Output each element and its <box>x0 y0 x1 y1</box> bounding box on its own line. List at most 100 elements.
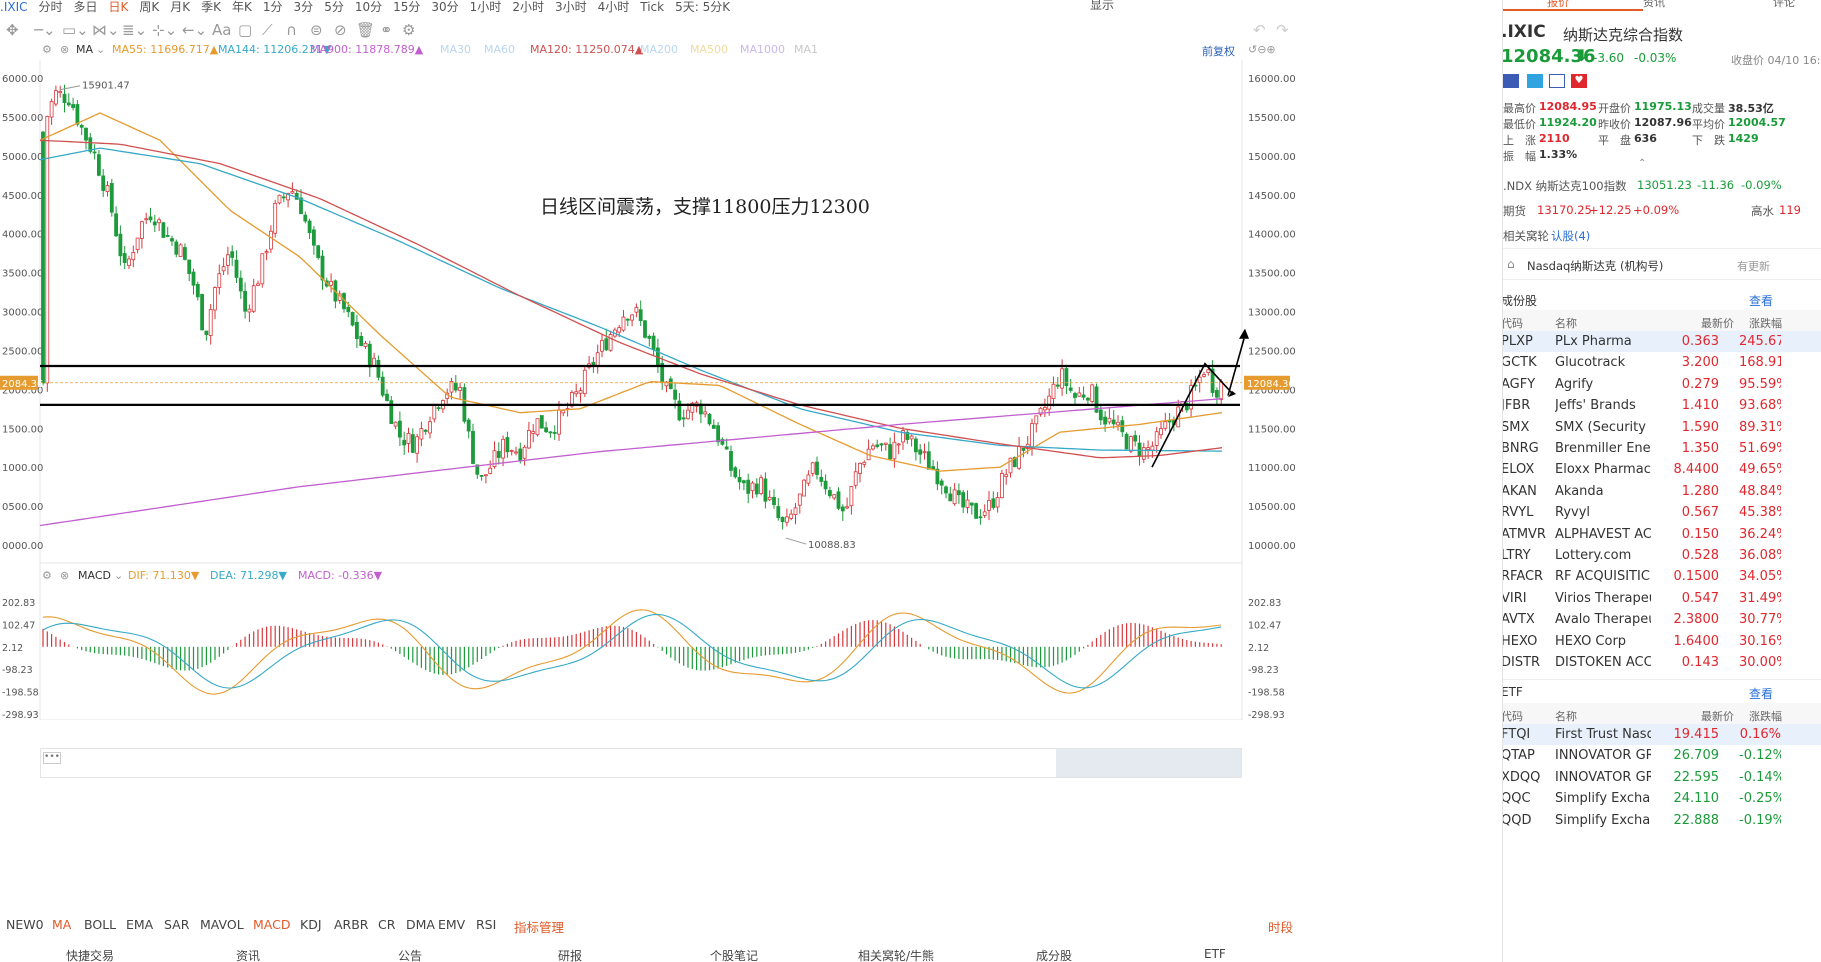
stat-value: 38.53亿 <box>1728 102 1774 115</box>
tab-underline <box>1503 9 1643 11</box>
indicator-rsi[interactable]: RSI <box>476 917 496 932</box>
table-row[interactable]: DISTR DISTOKEN ACC 0.143 30.00% <box>1503 652 1821 673</box>
indicator-emv[interactable]: EMV <box>438 917 465 932</box>
candle-body <box>673 389 677 400</box>
col-header[interactable]: 代码 <box>1503 315 1523 331</box>
candle-body <box>879 443 884 446</box>
row-name: Simplify Exchange <box>1555 812 1651 828</box>
col-header[interactable]: 代码 <box>1503 708 1523 724</box>
collapse-icon[interactable]: ⌃ <box>1638 158 1646 169</box>
candle-body <box>926 451 931 470</box>
bottom-tab-3[interactable]: 研报 <box>558 947 582 962</box>
candle-body <box>385 393 389 401</box>
table-row[interactable]: JFBR Jeffs' Brands 1.410 93.68% <box>1503 395 1821 416</box>
warrant-link[interactable]: 认股(4) <box>1551 228 1590 244</box>
indicator-ma[interactable]: MA <box>52 917 71 932</box>
macd-title[interactable]: MACD <box>78 569 111 582</box>
futures-row[interactable]: 期货 13170.25 +12.25 +0.09% 高水 119 <box>1503 203 1821 219</box>
tab-news[interactable]: 资讯 <box>1643 0 1665 10</box>
bottom-tab-4[interactable]: 个股笔记 <box>710 947 758 962</box>
col-header[interactable]: 涨跌幅 <box>1749 708 1782 724</box>
indicator-macd[interactable]: MACD <box>253 917 290 932</box>
indicator-kdj[interactable]: KDJ <box>300 917 322 932</box>
bottom-tab-5[interactable]: 相关窝轮/牛熊 <box>858 947 934 962</box>
etf-header: ETF 查看 <box>1503 679 1821 703</box>
tab-comments[interactable]: 评论 <box>1773 0 1795 10</box>
candle-body <box>320 255 325 281</box>
table-row[interactable]: RFACR RF ACQUISITIC 0.1500 34.05% <box>1503 566 1821 587</box>
table-row[interactable]: AVTX Avalo Therapeu 2.3800 30.77% <box>1503 609 1821 630</box>
bottom-tab-1[interactable]: 资讯 <box>236 947 260 962</box>
org-more[interactable]: 有更新 <box>1737 258 1770 274</box>
table-row[interactable]: GCTK Glucotrack 3.200 168.91% <box>1503 352 1821 373</box>
table-row[interactable]: RVYL Ryvyl 0.567 45.38% <box>1503 502 1821 523</box>
bottom-tab-2[interactable]: 公告 <box>398 947 422 962</box>
row-code: AKAN <box>1502 483 1537 499</box>
row-pct: 36.24% <box>1739 526 1781 542</box>
bottom-tab-0[interactable]: 快捷交易 <box>66 947 114 962</box>
bottom-tab-6[interactable]: 成分股 <box>1036 947 1072 962</box>
table-row[interactable]: BNRG Brenmiller Ener 1.350 51.69% <box>1503 438 1821 459</box>
chart-icon[interactable] <box>1527 74 1543 88</box>
table-row[interactable]: ELOX Eloxx Pharmace 8.4400 49.65% <box>1503 459 1821 480</box>
candle-body <box>969 502 974 506</box>
table-row[interactable]: XDQQ INNOVATOR GRC 22.595 -0.14% <box>1503 767 1821 788</box>
indicator-mavol[interactable]: MAVOL <box>200 917 244 932</box>
ndx-row[interactable]: .NDX 纳斯达克100指数 13051.23 -11.36 -0.09% <box>1503 178 1782 194</box>
table-row[interactable]: ATMVR ALPHAVEST AC 0.150 36.24% <box>1503 524 1821 545</box>
indicator-指标管理[interactable]: 指标管理 <box>514 917 564 936</box>
stat-label: 下 跌 <box>1692 134 1725 147</box>
candle-body <box>453 382 458 391</box>
candle-body <box>152 221 157 226</box>
time-navigator[interactable]: ••• <box>40 748 1242 778</box>
indicator-boll[interactable]: BOLL <box>84 917 116 932</box>
more-icon[interactable]: ••• <box>43 752 61 764</box>
candle-body <box>432 405 437 420</box>
chart-area[interactable]: 16000.00 6000.00 15500.00 5500.00 15000.00 50… <box>0 0 1500 720</box>
heart-icon[interactable]: ♥ <box>1571 74 1587 88</box>
col-header[interactable]: 最新价 <box>1701 708 1734 724</box>
indicator-sar[interactable]: SAR <box>164 917 189 932</box>
table-row[interactable]: QQC Simplify Exchange 24.110 -0.25% <box>1503 788 1821 809</box>
candle-body <box>238 277 243 292</box>
macd-tick: -298.93 <box>1248 710 1285 720</box>
etf-more[interactable]: 查看 <box>1749 685 1773 702</box>
col-header[interactable]: 名称 <box>1555 315 1577 331</box>
table-row[interactable]: AGFY Agrify 0.279 95.59% <box>1503 374 1821 395</box>
navigator-window[interactable] <box>1056 749 1241 777</box>
table-row[interactable]: PLXP PLx Pharma 0.363 245.67% <box>1503 331 1821 352</box>
components-more[interactable]: 查看 <box>1749 292 1773 309</box>
col-header[interactable]: 名称 <box>1555 708 1577 724</box>
ndx-label: .NDX 纳斯达克100指数 <box>1503 179 1627 193</box>
table-row[interactable]: HEXO HEXO Corp 1.6400 30.16% <box>1503 631 1821 652</box>
candle-body <box>806 474 811 484</box>
table-row[interactable]: QQD Simplify Exchange 22.888 -0.19% <box>1503 810 1821 831</box>
table-row[interactable]: LTRY Lottery.com 0.528 36.08% <box>1503 545 1821 566</box>
chevron-down-icon[interactable]: ⌄ <box>114 569 123 582</box>
indicator-dma[interactable]: DMA <box>406 917 435 932</box>
table-row[interactable]: SMX SMX (Security I 1.590 89.31% <box>1503 417 1821 438</box>
candle-body <box>1129 436 1133 452</box>
session-button[interactable]: 时段 <box>1268 917 1293 936</box>
candle-body <box>247 308 252 313</box>
candle-body <box>1051 383 1056 399</box>
doc-icon[interactable] <box>1549 74 1565 88</box>
indicator-new0[interactable]: NEW0 <box>6 917 44 932</box>
table-row[interactable]: VIRI Virios Therapeu 0.547 31.49% <box>1503 588 1821 609</box>
close-icon[interactable]: ⊗ <box>60 569 69 582</box>
table-row[interactable]: QTAP INNOVATOR GRC 26.709 -0.12% <box>1503 745 1821 766</box>
row-price: 1.280 <box>1681 483 1719 499</box>
row-pct: 31.49% <box>1739 590 1781 606</box>
indicator-ema[interactable]: EMA <box>126 917 153 932</box>
indicator-arbr[interactable]: ARBR <box>334 917 369 932</box>
org-row[interactable]: ⌂ Nasdaq纳斯达克 (机构号) 有更新 <box>1503 248 1821 280</box>
col-header[interactable]: 涨跌幅 <box>1749 315 1782 331</box>
candle-body <box>329 280 334 286</box>
bottom-tab-7[interactable]: ETF <box>1204 947 1226 961</box>
indicator-cr[interactable]: CR <box>378 917 395 932</box>
candle-body <box>634 307 639 313</box>
col-header[interactable]: 最新价 <box>1701 315 1734 331</box>
gear-icon[interactable]: ⚙ <box>42 569 52 582</box>
table-row[interactable]: FTQI First Trust Nasdaq 19.415 0.16% <box>1503 724 1821 745</box>
table-row[interactable]: AKAN Akanda 1.280 48.84% <box>1503 481 1821 502</box>
